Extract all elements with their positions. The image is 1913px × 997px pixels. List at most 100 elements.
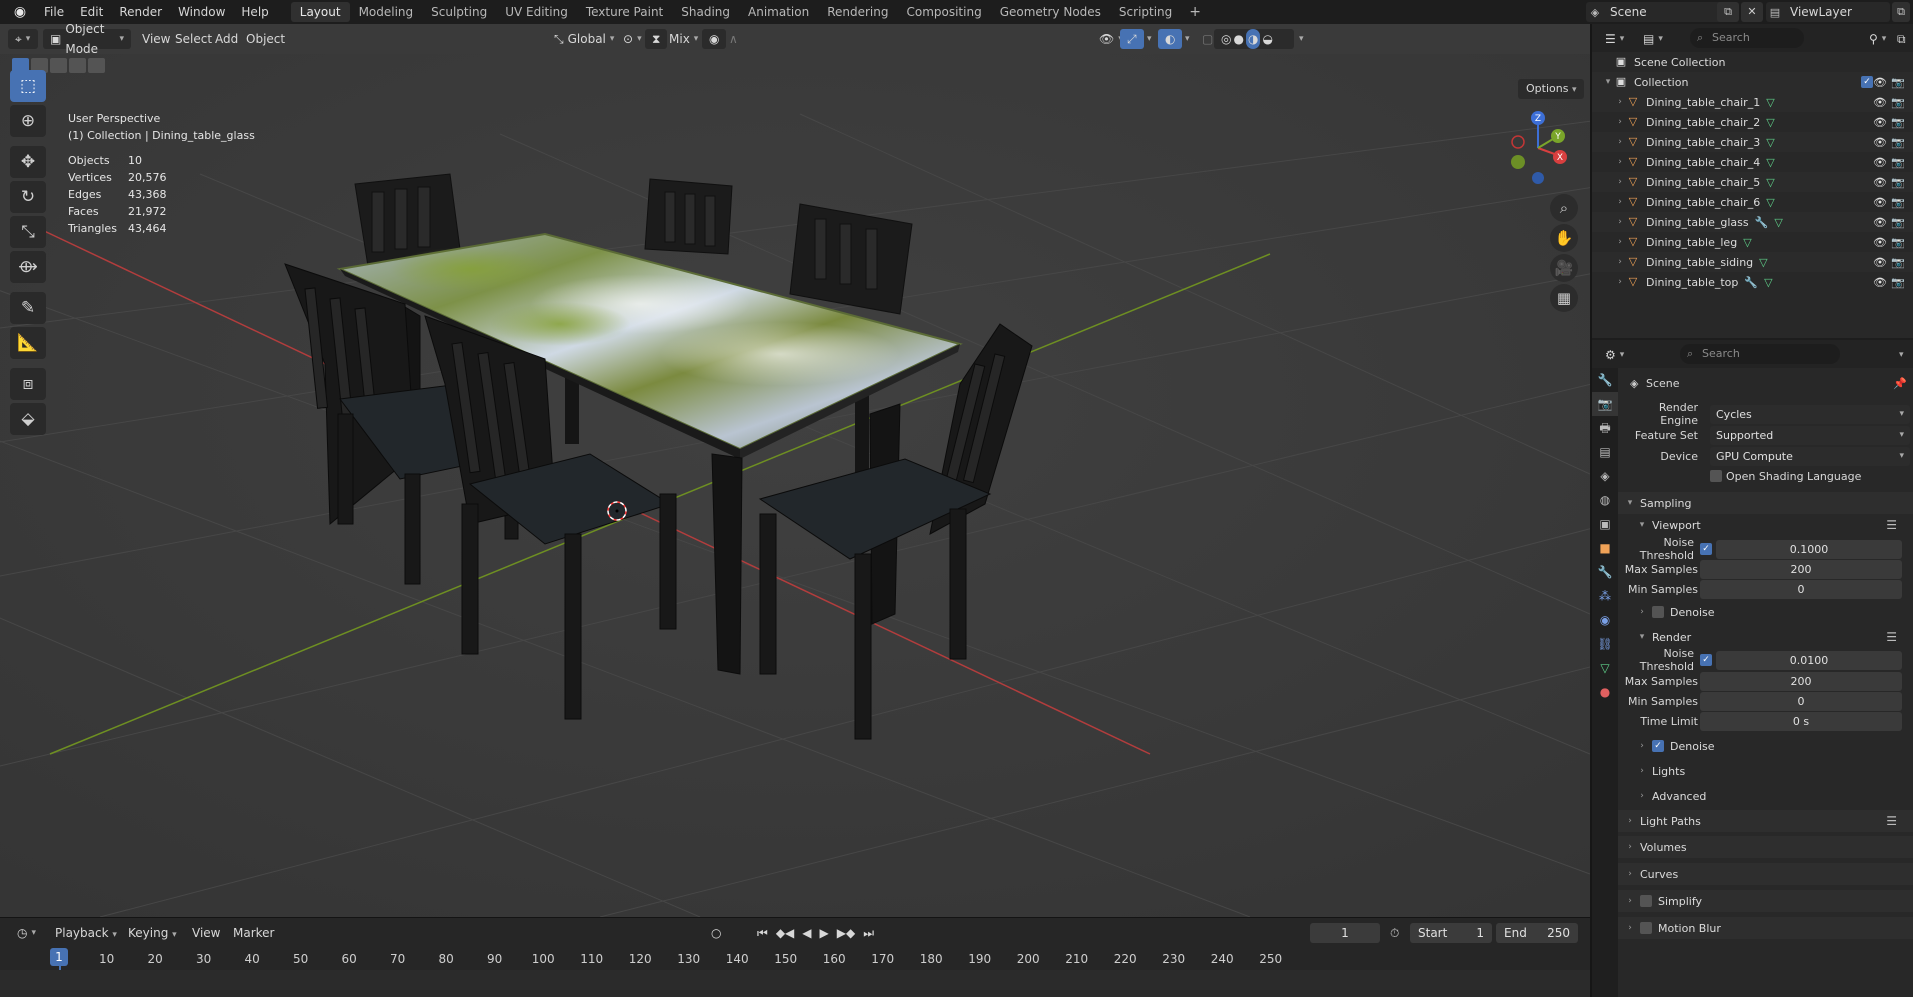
properties-editor-type-icon[interactable]: ⚙ ▾ bbox=[1598, 345, 1631, 365]
transform-orientation[interactable]: ⤡ Global ▾ bbox=[547, 29, 621, 49]
tab-texture-paint[interactable]: Texture Paint bbox=[577, 2, 672, 22]
tab-sculpting[interactable]: Sculpting bbox=[422, 2, 496, 22]
render-denoise-checkbox[interactable]: ✓ bbox=[1652, 740, 1664, 752]
render-subpanel-header[interactable]: ▾ Render ☰ bbox=[1618, 626, 1913, 648]
annotate-tool-icon[interactable]: ✎ bbox=[10, 292, 46, 324]
chair-back-right[interactable] bbox=[789, 203, 913, 315]
render-camera-icon[interactable]: 📷 bbox=[1891, 116, 1905, 129]
mesh-data-icon[interactable]: ▽ bbox=[1766, 96, 1774, 109]
shading-dropdown[interactable]: ▾ bbox=[1292, 29, 1311, 49]
material-tab-icon[interactable]: ● bbox=[1592, 680, 1618, 704]
render-camera-icon[interactable]: 📷 bbox=[1891, 176, 1905, 189]
render-camera-icon[interactable]: 📷 bbox=[1891, 136, 1905, 149]
collection-row[interactable]: ▾ ▣ Collection ✓ 👁 📷 bbox=[1592, 72, 1913, 92]
mesh-data-icon[interactable]: ▽ bbox=[1774, 216, 1782, 229]
play-icon[interactable]: ▶ bbox=[820, 923, 829, 943]
add-primitive-tool-icon[interactable]: ⬙ bbox=[10, 403, 46, 435]
options-dropdown[interactable]: Options ▾ bbox=[1518, 79, 1585, 99]
tab-geometry-nodes[interactable]: Geometry Nodes bbox=[991, 2, 1110, 22]
menu-select[interactable]: Select bbox=[175, 29, 212, 49]
next-keyframe-icon[interactable]: ▶◆ bbox=[837, 923, 855, 943]
expand-icon[interactable]: › bbox=[1614, 197, 1626, 207]
render-denoise-header[interactable]: › ✓ Denoise bbox=[1618, 735, 1913, 757]
mesh-data-icon[interactable]: ▽ bbox=[1766, 136, 1774, 149]
outliner-object-row[interactable]: › ▽ Dining_table_chair_6 ▽ 👁 📷 bbox=[1592, 192, 1913, 212]
menu-add[interactable]: Add bbox=[215, 29, 238, 49]
viewport-denoise-header[interactable]: › Denoise bbox=[1618, 601, 1913, 623]
rotate-tool-icon[interactable]: ↻ bbox=[10, 181, 46, 213]
expand-icon[interactable]: › bbox=[1614, 137, 1626, 147]
render-min-samples-field[interactable]: 0 bbox=[1700, 691, 1902, 711]
visibility-eye-icon[interactable]: 👁 bbox=[1873, 196, 1887, 209]
tab-animation[interactable]: Animation bbox=[739, 2, 818, 22]
render-max-samples-field[interactable]: 200 bbox=[1700, 671, 1902, 691]
render-camera-icon[interactable]: 📷 bbox=[1891, 236, 1905, 249]
end-frame-field[interactable]: End 250 bbox=[1496, 923, 1578, 943]
select-box-icon[interactable]: ⬚ bbox=[10, 70, 46, 102]
motion-blur-checkbox[interactable] bbox=[1640, 922, 1652, 934]
lights-subpanel-header[interactable]: › Lights bbox=[1618, 760, 1913, 782]
filter-icon[interactable]: ⚲ ▾ bbox=[1862, 29, 1893, 49]
modifier-wrench-icon[interactable]: 🔧 bbox=[1744, 276, 1758, 289]
display-mode-icon[interactable]: ▤ ▾ bbox=[1636, 29, 1670, 49]
viewport-min-samples-field[interactable]: 0 bbox=[1700, 579, 1902, 599]
properties-options-icon[interactable]: ▾ bbox=[1892, 345, 1911, 365]
visibility-eye-icon[interactable]: 👁 bbox=[1873, 96, 1887, 109]
outliner-object-row[interactable]: › ▽ Dining_table_chair_5 ▽ 👁 📷 bbox=[1592, 172, 1913, 192]
simplify-checkbox[interactable] bbox=[1640, 895, 1652, 907]
timeline-keying-menu[interactable]: Keying ▾ bbox=[128, 923, 177, 945]
menu-view[interactable]: View bbox=[142, 29, 170, 49]
gizmo-dropdown[interactable]: ▾ bbox=[1140, 29, 1159, 49]
menu-render[interactable]: Render bbox=[111, 0, 170, 24]
light-paths-panel-header[interactable]: › Light Paths ☰ bbox=[1618, 810, 1913, 832]
render-time-limit-field[interactable]: 0 s bbox=[1700, 711, 1902, 731]
new-view-layer-icon[interactable]: ⧉ bbox=[1892, 2, 1910, 22]
editor-type-icon[interactable]: ⌖ ▾ bbox=[8, 29, 38, 49]
timeline-track[interactable] bbox=[0, 970, 1590, 997]
outliner-object-row[interactable]: › ▽ Dining_table_siding ▽ 👁 📷 bbox=[1592, 252, 1913, 272]
render-camera-icon[interactable]: 📷 bbox=[1891, 256, 1905, 269]
menu-window[interactable]: Window bbox=[170, 0, 233, 24]
outliner-search-input[interactable]: ⌕ Search bbox=[1690, 28, 1804, 48]
chair-back-center[interactable] bbox=[644, 178, 733, 255]
select-intersect-icon[interactable] bbox=[88, 58, 105, 73]
shading-modes[interactable]: ◎ ● ◑ ◒ bbox=[1214, 29, 1294, 49]
viewport-subpanel-header[interactable]: ▾ Viewport ☰ bbox=[1618, 514, 1913, 536]
exclude-checkbox[interactable]: ✓ bbox=[1861, 76, 1873, 88]
device-dropdown[interactable]: GPU Compute ▾ bbox=[1710, 446, 1910, 466]
particles-tab-icon[interactable]: ⁂ bbox=[1592, 584, 1618, 608]
visibility-eye-icon[interactable]: 👁 bbox=[1873, 216, 1887, 229]
jump-start-icon[interactable]: ⏮ bbox=[757, 923, 768, 943]
select-subtract-icon[interactable] bbox=[50, 58, 67, 73]
sampling-panel-header[interactable]: ▾ Sampling bbox=[1618, 492, 1913, 514]
pin-properties-icon[interactable]: 📌 bbox=[1893, 377, 1907, 390]
render-camera-icon[interactable]: 📷 bbox=[1891, 276, 1905, 289]
outliner-editor-type-icon[interactable]: ☰ ▾ bbox=[1598, 29, 1631, 49]
visibility-eye-icon[interactable]: 👁 bbox=[1873, 76, 1887, 89]
gizmo-neg-y[interactable] bbox=[1511, 155, 1525, 169]
mesh-data-icon[interactable]: ▽ bbox=[1766, 116, 1774, 129]
3d-viewport[interactable]: ⌖ ▾ ▣ Object Mode ▾ View Select Add Object… bbox=[0, 24, 1590, 917]
timeline-marker-menu[interactable]: Marker bbox=[233, 923, 274, 943]
mesh-data-icon[interactable]: ▽ bbox=[1759, 256, 1767, 269]
mesh-data-icon[interactable]: ▽ bbox=[1766, 196, 1774, 209]
timeline-playback-menu[interactable]: Playback ▾ bbox=[55, 923, 117, 945]
overlay-dropdown[interactable]: ▾ bbox=[1178, 29, 1197, 49]
viewport-noise-threshold-field[interactable]: 0.1000 bbox=[1716, 539, 1902, 559]
presets-list-icon[interactable]: ☰ bbox=[1886, 814, 1897, 828]
visibility-eye-icon[interactable]: 👁 bbox=[1873, 276, 1887, 289]
proportional-falloff[interactable]: ∧ bbox=[722, 29, 745, 49]
current-frame-field[interactable]: 1 bbox=[1310, 923, 1380, 943]
solid-shading-icon[interactable]: ● bbox=[1233, 29, 1243, 49]
mesh-data-icon[interactable]: ▽ bbox=[1764, 276, 1772, 289]
render-noise-threshold-field[interactable]: 0.0100 bbox=[1716, 650, 1902, 670]
tab-compositing[interactable]: Compositing bbox=[897, 2, 990, 22]
mesh-data-icon[interactable]: ▽ bbox=[1743, 236, 1751, 249]
visibility-eye-icon[interactable]: 👁 bbox=[1873, 256, 1887, 269]
perspective-toggle-icon[interactable]: ▦ bbox=[1550, 284, 1578, 312]
menu-file[interactable]: File bbox=[36, 0, 72, 24]
new-collection-icon[interactable]: ⧉ bbox=[1890, 29, 1913, 49]
curves-panel-header[interactable]: › Curves bbox=[1618, 863, 1913, 885]
viewport-max-samples-field[interactable]: 200 bbox=[1700, 559, 1902, 579]
delete-scene-icon[interactable]: ✕ bbox=[1741, 2, 1763, 22]
